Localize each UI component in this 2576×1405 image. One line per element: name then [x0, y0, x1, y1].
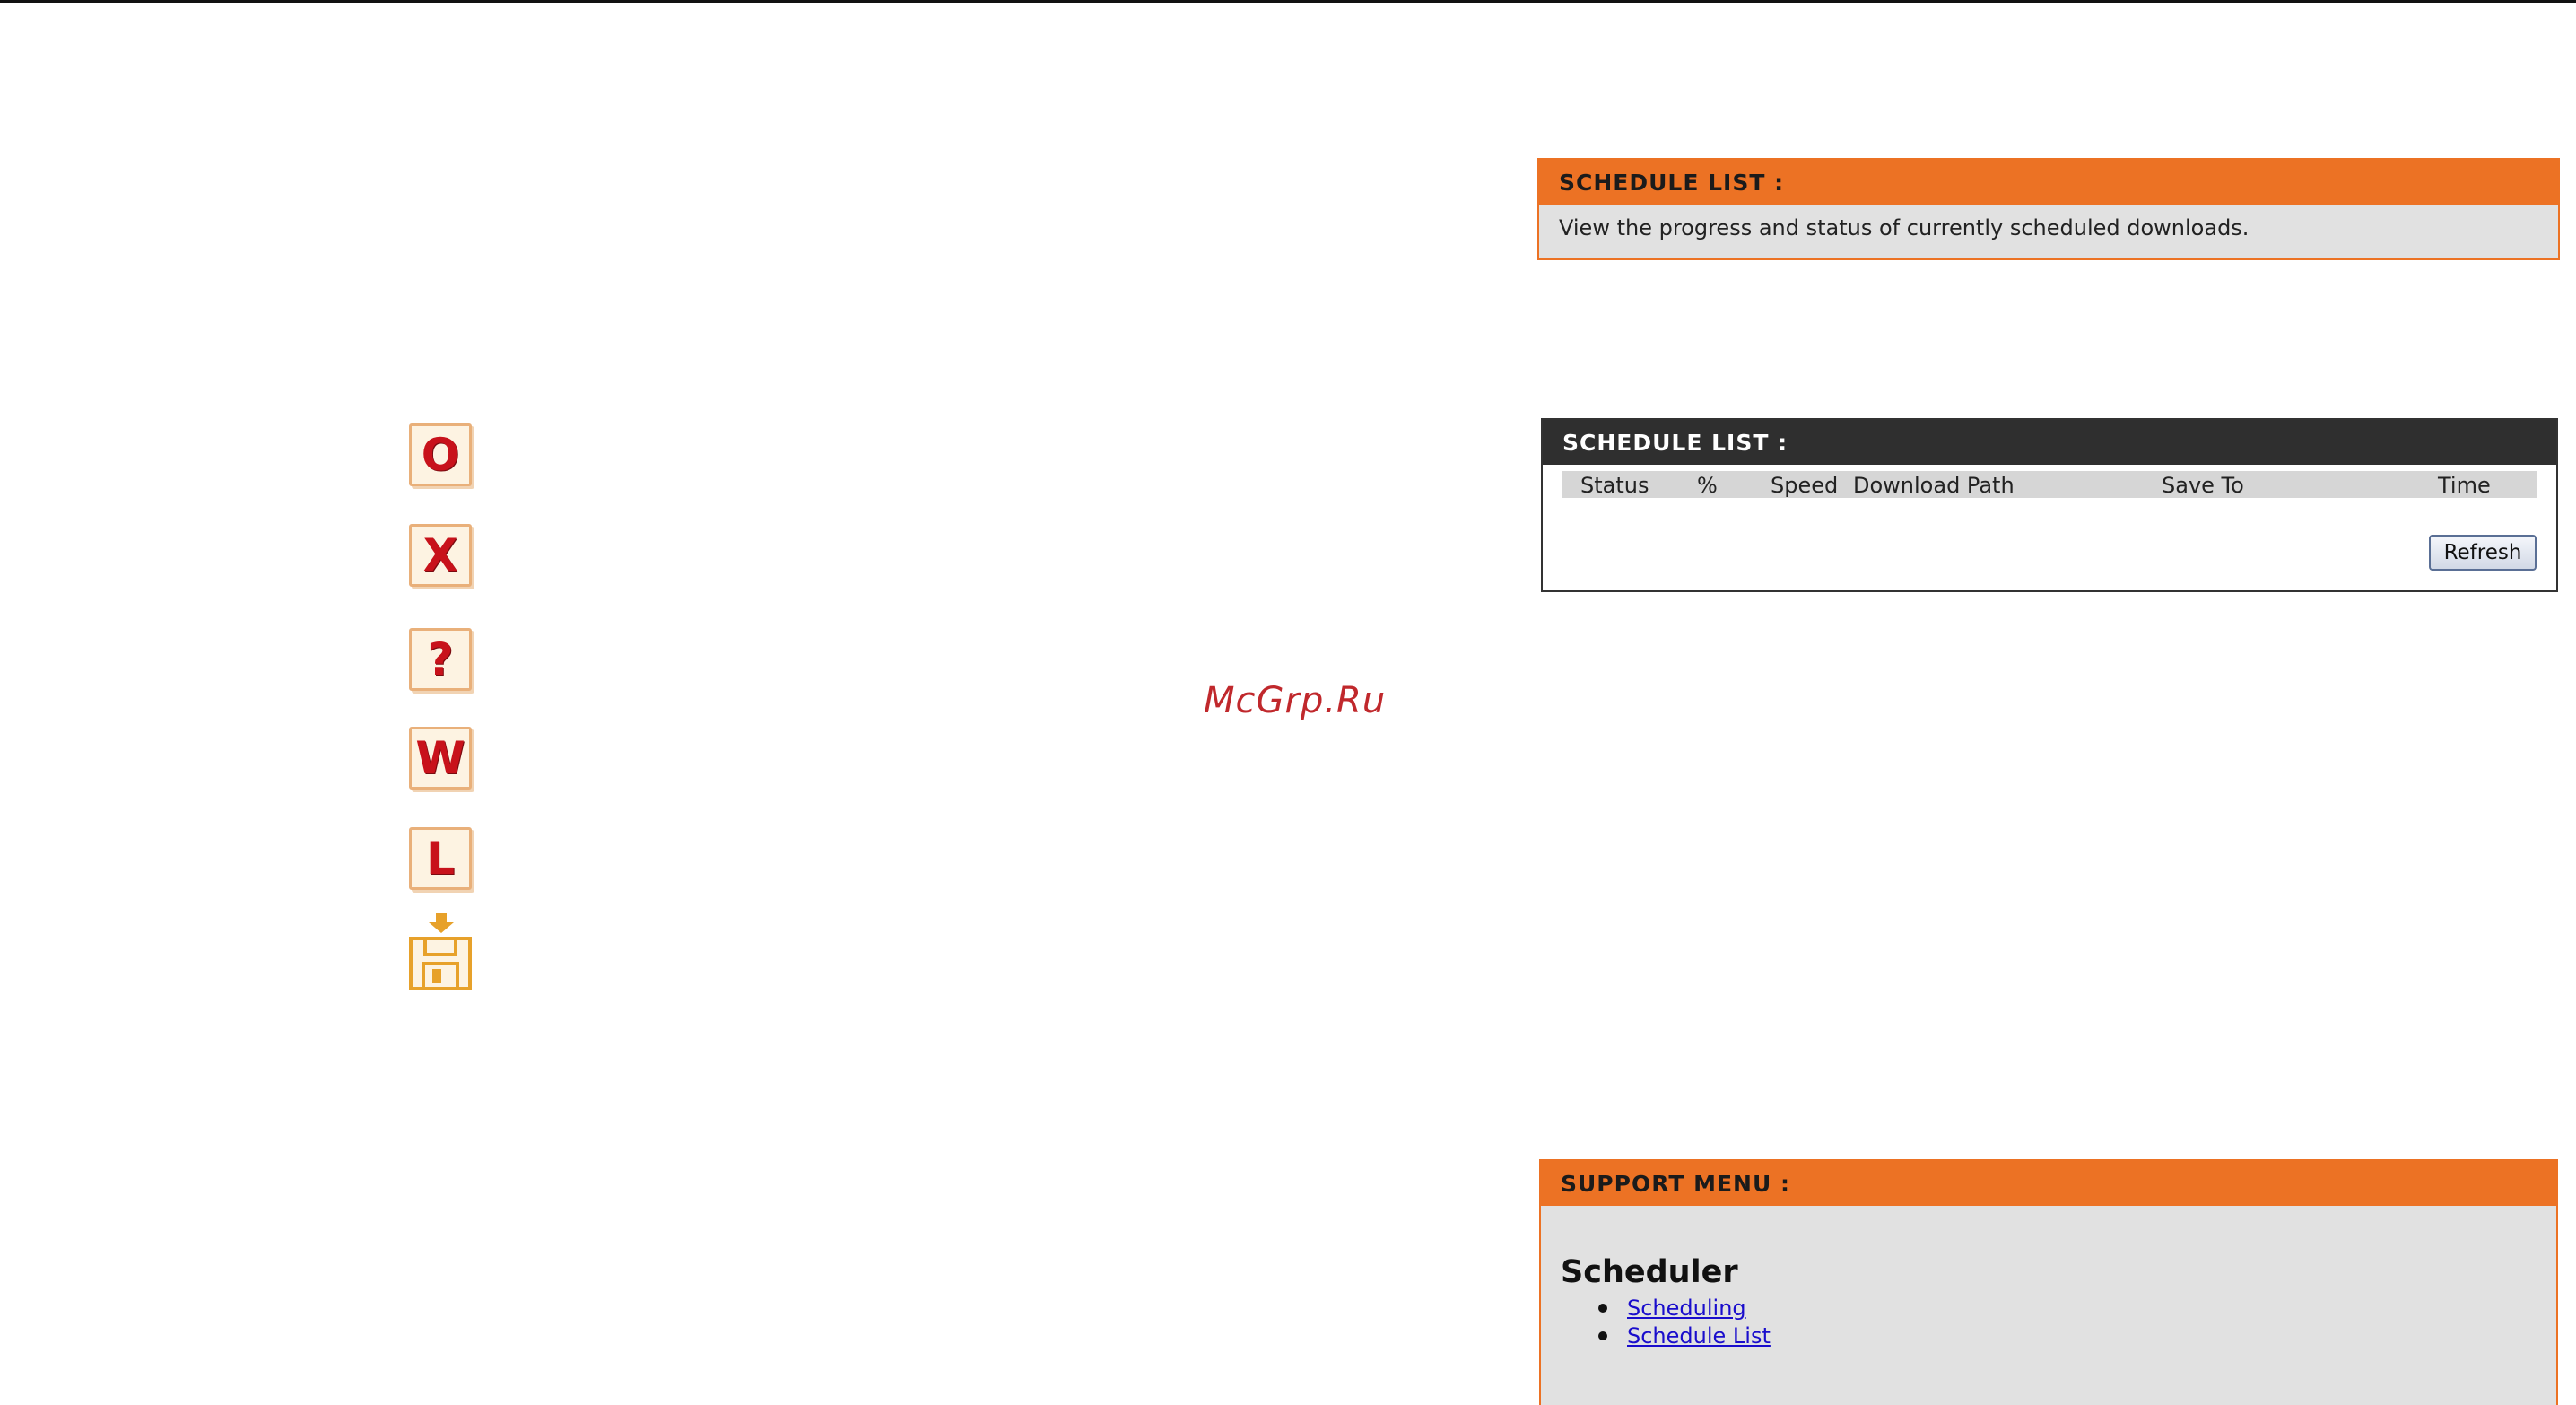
column-header-download-path: Download Path [1853, 473, 2015, 498]
list-item: Schedule List [1598, 1322, 1771, 1349]
scheduling-link[interactable]: Scheduling [1627, 1296, 1746, 1321]
top-rule [0, 0, 2576, 3]
w-icon: W [409, 727, 472, 790]
scheduler-heading: Scheduler [1561, 1254, 1738, 1290]
support-menu-panel: SUPPORT MENU : Scheduler Scheduling Sche… [1539, 1159, 2558, 1405]
schedule-info-description: View the progress and status of currentl… [1559, 215, 2250, 240]
bullet-icon [1598, 1303, 1607, 1313]
schedule-info-title: SCHEDULE LIST : [1539, 160, 2558, 205]
schedule-info-panel: SCHEDULE LIST : View the progress and st… [1537, 158, 2560, 260]
table-header-row: Status % Speed Download Path Save To Tim… [1562, 471, 2537, 498]
support-link-list: Scheduling Schedule List [1598, 1294, 1771, 1349]
refresh-button[interactable]: Refresh [2429, 535, 2537, 571]
save-download-icon [409, 913, 472, 990]
x-icon: X [409, 524, 472, 587]
bullet-icon [1598, 1331, 1607, 1340]
support-menu-title: SUPPORT MENU : [1541, 1161, 2556, 1206]
list-item: Scheduling [1598, 1294, 1771, 1322]
o-icon: O [409, 423, 472, 486]
question-icon: ? [409, 628, 472, 691]
column-header-status: Status [1580, 473, 1649, 498]
column-header-time: Time [2438, 473, 2491, 498]
l-icon: L [409, 827, 472, 890]
schedule-list-panel: SCHEDULE LIST : Status % Speed Download … [1541, 418, 2558, 592]
schedule-list-link[interactable]: Schedule List [1627, 1323, 1771, 1348]
watermark-text: McGrp.Ru [1204, 680, 1387, 721]
schedule-list-title: SCHEDULE LIST : [1543, 420, 2556, 465]
column-header-save-to: Save To [2162, 473, 2244, 498]
column-header-speed: Speed [1771, 473, 1839, 498]
column-header-percent: % [1697, 473, 1718, 498]
